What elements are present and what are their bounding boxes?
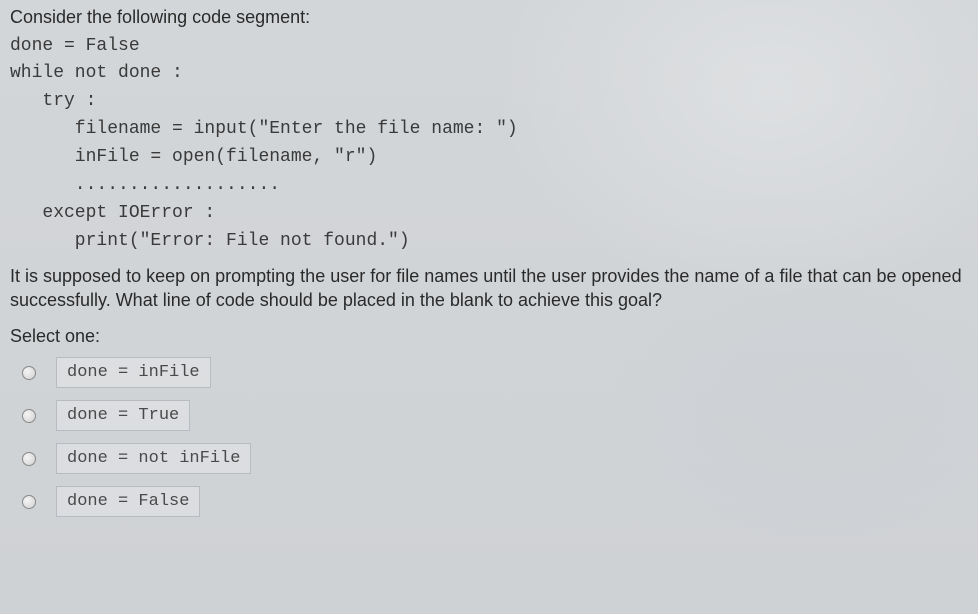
- option-row[interactable]: done = not inFile: [22, 443, 968, 474]
- option-text: done = inFile: [56, 357, 211, 388]
- radio-icon[interactable]: [22, 452, 36, 466]
- options-group: done = inFile done = True done = not inF…: [22, 357, 968, 517]
- radio-icon[interactable]: [22, 495, 36, 509]
- option-row[interactable]: done = inFile: [22, 357, 968, 388]
- select-one-label: Select one:: [10, 326, 968, 347]
- option-text: done = not inFile: [56, 443, 251, 474]
- option-text: done = True: [56, 400, 190, 431]
- question-followup: It is supposed to keep on prompting the …: [10, 264, 968, 313]
- option-row[interactable]: done = True: [22, 400, 968, 431]
- radio-icon[interactable]: [22, 366, 36, 380]
- radio-icon[interactable]: [22, 409, 36, 423]
- question-intro: Consider the following code segment:: [10, 6, 968, 29]
- option-text: done = False: [56, 486, 200, 517]
- code-segment: done = False while not done : try : file…: [10, 33, 968, 256]
- option-row[interactable]: done = False: [22, 486, 968, 517]
